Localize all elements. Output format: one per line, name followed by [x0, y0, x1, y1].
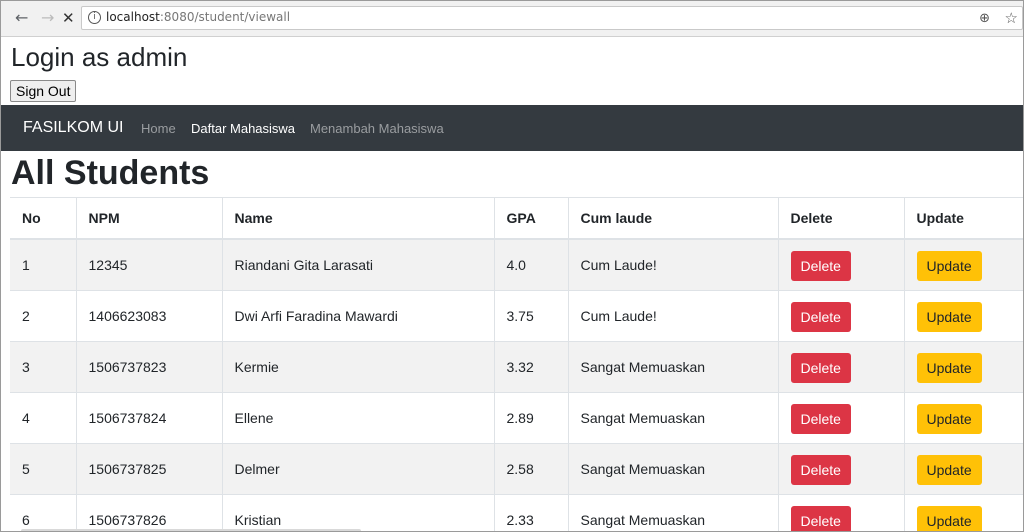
cell-gpa: 2.89 — [493, 392, 568, 444]
nav-link-menambah-mahasiswa[interactable]: Menambah Mahasiswa — [310, 121, 444, 136]
column-header-no: No — [10, 197, 76, 240]
cell-no: 1 — [10, 239, 76, 291]
students-table: No NPM Name GPA Cum laude Delete Update … — [10, 197, 1023, 531]
cell-no: 2 — [10, 290, 76, 342]
cell-name: Kristian — [221, 494, 494, 531]
cell-npm: 12345 — [75, 239, 222, 291]
table-row: 2 1406623083 Dwi Arfi Faradina Mawardi 3… — [10, 290, 1023, 342]
column-header-delete: Delete — [777, 197, 904, 240]
table-row: 3 1506737823 Kermie 3.32 Sangat Memuaska… — [10, 341, 1023, 393]
update-button[interactable]: Update — [916, 454, 982, 485]
cell-update: Update — [903, 392, 1023, 444]
nav-link-home[interactable]: Home — [141, 121, 176, 136]
table-row: 5 1506737825 Delmer 2.58 Sangat Memuaska… — [10, 443, 1023, 495]
cell-delete: Delete — [777, 392, 904, 444]
cell-cum-laude: Sangat Memuaskan — [567, 494, 778, 531]
column-header-gpa: GPA — [493, 197, 568, 240]
back-arrow-icon[interactable]: ← — [15, 9, 28, 27]
cell-delete: Delete — [777, 341, 904, 393]
column-header-cum-laude: Cum laude — [567, 197, 778, 240]
update-button[interactable]: Update — [916, 251, 982, 281]
cell-delete: Delete — [777, 494, 904, 531]
cell-gpa: 3.75 — [493, 290, 568, 342]
cell-no: 6 — [10, 494, 76, 531]
table-header-row: No NPM Name GPA Cum laude Delete Update — [10, 197, 1023, 240]
cell-update: Update — [903, 443, 1023, 495]
delete-button[interactable]: Delete — [790, 505, 851, 531]
cell-no: 5 — [10, 443, 76, 495]
cell-gpa: 2.58 — [493, 443, 568, 495]
close-icon[interactable]: ✕ — [62, 9, 75, 27]
delete-button[interactable]: Delete — [790, 454, 851, 485]
browser-window: ← → ✕ i localhost:8080/student/viewall ⊕… — [0, 0, 1024, 532]
cell-name: Kermie — [221, 341, 494, 393]
cell-cum-laude: Sangat Memuaskan — [567, 392, 778, 444]
address-bar[interactable]: i localhost:8080/student/viewall ⊕ ☆ — [81, 6, 1023, 30]
table-row: 4 1506737824 Ellene 2.89 Sangat Memuaska… — [10, 392, 1023, 444]
bookmark-star-icon[interactable]: ☆ — [1005, 9, 1018, 27]
update-button[interactable]: Update — [916, 505, 982, 531]
update-button[interactable]: Update — [916, 403, 982, 434]
table-row: 6 1506737826 Kristian 2.33 Sangat Memuas… — [10, 494, 1023, 531]
cell-cum-laude: Cum Laude! — [567, 290, 778, 342]
cell-name: Dwi Arfi Faradina Mawardi — [221, 290, 494, 342]
column-header-npm: NPM — [75, 197, 222, 240]
delete-button[interactable]: Delete — [790, 352, 851, 383]
navbar: FASILKOM UI Home Daftar Mahasiswa Menamb… — [1, 105, 1023, 151]
cell-delete: Delete — [777, 239, 904, 291]
cell-update: Update — [903, 290, 1023, 342]
cell-no: 4 — [10, 392, 76, 444]
cell-update: Update — [903, 239, 1023, 291]
cell-cum-laude: Sangat Memuaskan — [567, 443, 778, 495]
cell-update: Update — [903, 341, 1023, 393]
table-row: 1 12345 Riandani Gita Larasati 4.0 Cum L… — [10, 239, 1023, 291]
update-button[interactable]: Update — [916, 352, 982, 383]
info-icon[interactable]: i — [88, 11, 101, 24]
cell-name: Riandani Gita Larasati — [221, 239, 494, 291]
login-status-heading: Login as admin — [11, 42, 188, 72]
cell-delete: Delete — [777, 443, 904, 495]
cell-cum-laude: Sangat Memuaskan — [567, 341, 778, 393]
url-path: :8080/student/viewall — [159, 10, 291, 24]
nav-link-daftar-mahasiswa[interactable]: Daftar Mahasiswa — [191, 121, 295, 136]
zoom-icon[interactable]: ⊕ — [979, 11, 990, 26]
cell-npm: 1406623083 — [75, 290, 222, 342]
delete-button[interactable]: Delete — [790, 251, 851, 281]
delete-button[interactable]: Delete — [790, 301, 851, 332]
cell-cum-laude: Cum Laude! — [567, 239, 778, 291]
delete-button[interactable]: Delete — [790, 403, 851, 434]
page-title: All Students — [11, 154, 210, 192]
cell-gpa: 3.32 — [493, 341, 568, 393]
cell-gpa: 2.33 — [493, 494, 568, 531]
update-button[interactable]: Update — [916, 301, 982, 332]
cell-update: Update — [903, 494, 1023, 531]
url-host: localhost — [106, 10, 160, 24]
sign-out-button[interactable]: Sign Out — [10, 80, 77, 102]
forward-arrow-icon[interactable]: → — [41, 9, 54, 27]
cell-name: Ellene — [221, 392, 494, 444]
cell-gpa: 4.0 — [493, 239, 568, 291]
cell-npm: 1506737826 — [75, 494, 222, 531]
cell-name: Delmer — [221, 443, 494, 495]
cell-no: 3 — [10, 341, 76, 393]
browser-toolbar: ← → ✕ i localhost:8080/student/viewall ⊕… — [1, 1, 1023, 37]
navbar-brand[interactable]: FASILKOM UI — [23, 119, 123, 137]
cell-npm: 1506737825 — [75, 443, 222, 495]
cell-delete: Delete — [777, 290, 904, 342]
column-header-name: Name — [221, 197, 494, 240]
cell-npm: 1506737824 — [75, 392, 222, 444]
column-header-update: Update — [903, 197, 1023, 240]
url-text[interactable]: localhost:8080/student/viewall — [106, 10, 290, 24]
cell-npm: 1506737823 — [75, 341, 222, 393]
